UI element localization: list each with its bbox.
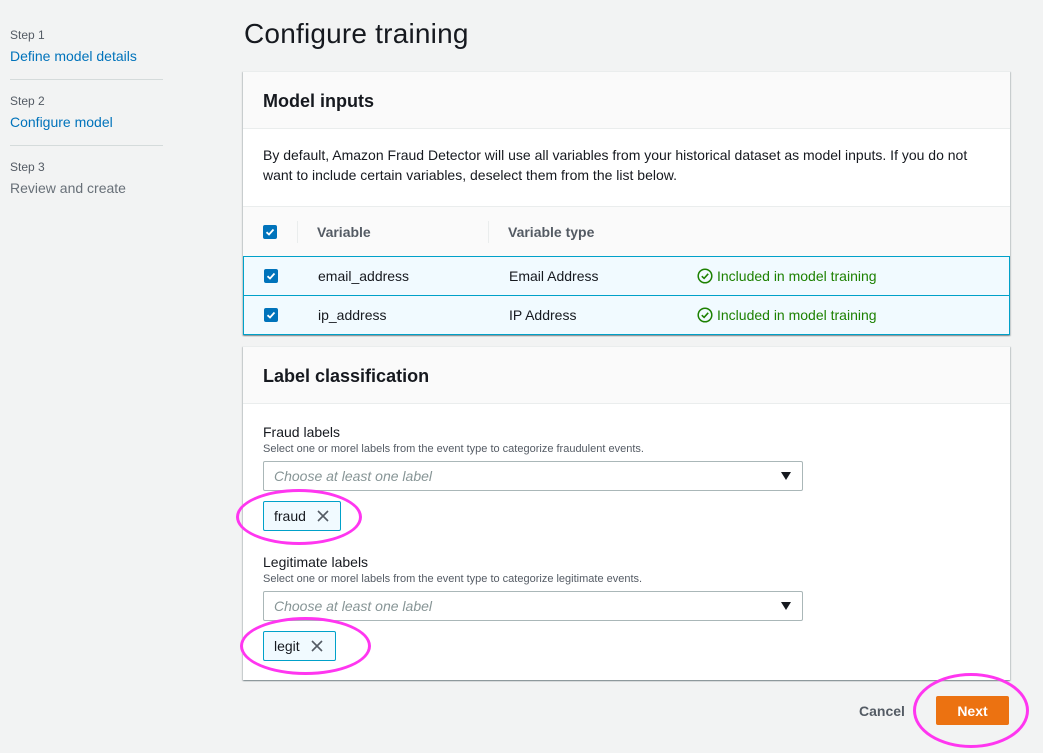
- success-check-circle-icon: [697, 268, 713, 284]
- select-all-checkbox[interactable]: [263, 224, 277, 239]
- model-inputs-title: Model inputs: [263, 91, 374, 111]
- step-link-define-model-details[interactable]: Define model details: [10, 47, 163, 65]
- token-label: fraud: [274, 508, 306, 524]
- column-divider: [297, 221, 298, 243]
- cell-variable-type: Email Address: [509, 268, 599, 284]
- fraud-label-token: fraud: [263, 501, 341, 531]
- page-title: Configure training: [244, 18, 469, 49]
- row-checkbox[interactable]: [264, 308, 278, 322]
- column-divider: [488, 221, 489, 243]
- step-number: Step 2: [10, 94, 45, 108]
- cell-variable-type: IP Address: [509, 307, 577, 323]
- step-number: Step 1: [10, 28, 45, 42]
- caret-down-icon: [781, 602, 791, 610]
- wizard-step-1: Step 1 Define model details: [10, 28, 163, 80]
- cell-status: Included in model training: [697, 307, 877, 323]
- label-classification-title: Label classification: [263, 366, 430, 386]
- step-link-configure-model[interactable]: Configure model: [10, 113, 163, 131]
- legitimate-labels-field: Legitimate labels Select one or morel la…: [263, 553, 803, 621]
- legitimate-labels-description: Select one or morel labels from the even…: [263, 573, 643, 585]
- wizard-step-3: Step 3 Review and create: [10, 160, 163, 211]
- fraud-labels-label: Fraud labels: [263, 424, 341, 440]
- wizard-steps: Step 1 Define model details Step 2 Confi…: [10, 28, 163, 225]
- cell-variable: ip_address: [318, 307, 387, 323]
- label-classification-header: Label classification: [243, 347, 1010, 404]
- checkmark-icon: [266, 311, 276, 319]
- row-checkbox[interactable]: [264, 269, 278, 283]
- select-placeholder: Choose at least one label: [274, 468, 432, 484]
- legitimate-labels-label: Legitimate labels: [263, 554, 369, 570]
- table-row[interactable]: ip_address IP Address Included in model …: [243, 295, 1010, 335]
- close-icon[interactable]: [316, 509, 330, 523]
- model-inputs-panel: Model inputs By default, Amazon Fraud De…: [243, 71, 1010, 335]
- fraud-labels-field: Fraud labels Select one or morel labels …: [263, 423, 803, 491]
- cancel-button[interactable]: Cancel: [850, 697, 914, 725]
- fraud-labels-description: Select one or morel labels from the even…: [263, 443, 644, 455]
- fraud-labels-select[interactable]: Choose at least one label: [263, 461, 803, 491]
- caret-down-icon: [781, 472, 791, 480]
- cell-variable: email_address: [318, 268, 410, 284]
- checkmark-icon: [265, 228, 275, 236]
- legitimate-labels-select[interactable]: Choose at least one label: [263, 591, 803, 621]
- table-header: Variable Variable type: [243, 206, 1010, 256]
- select-placeholder: Choose at least one label: [274, 598, 432, 614]
- status-text: Included in model training: [717, 307, 877, 323]
- step-label-review-and-create: Review and create: [10, 180, 126, 196]
- label-classification-panel: Label classification Fraud labels Select…: [243, 346, 1010, 680]
- checkmark-icon: [266, 272, 276, 280]
- table-row[interactable]: email_address Email Address Included in …: [243, 256, 1010, 296]
- token-label: legit: [274, 638, 300, 654]
- wizard-step-2: Step 2 Configure model: [10, 94, 163, 146]
- status-text: Included in model training: [717, 268, 877, 284]
- legit-label-token: legit: [263, 631, 336, 661]
- step-number: Step 3: [10, 160, 45, 174]
- model-inputs-header: Model inputs: [243, 72, 1010, 129]
- next-button[interactable]: Next: [936, 696, 1009, 725]
- success-check-circle-icon: [697, 307, 713, 323]
- cell-status: Included in model training: [697, 268, 877, 284]
- close-icon[interactable]: [310, 639, 324, 653]
- model-inputs-description: By default, Amazon Fraud Detector will u…: [263, 147, 968, 183]
- column-header-variable[interactable]: Variable: [317, 224, 371, 240]
- column-header-variable-type[interactable]: Variable type: [508, 224, 594, 240]
